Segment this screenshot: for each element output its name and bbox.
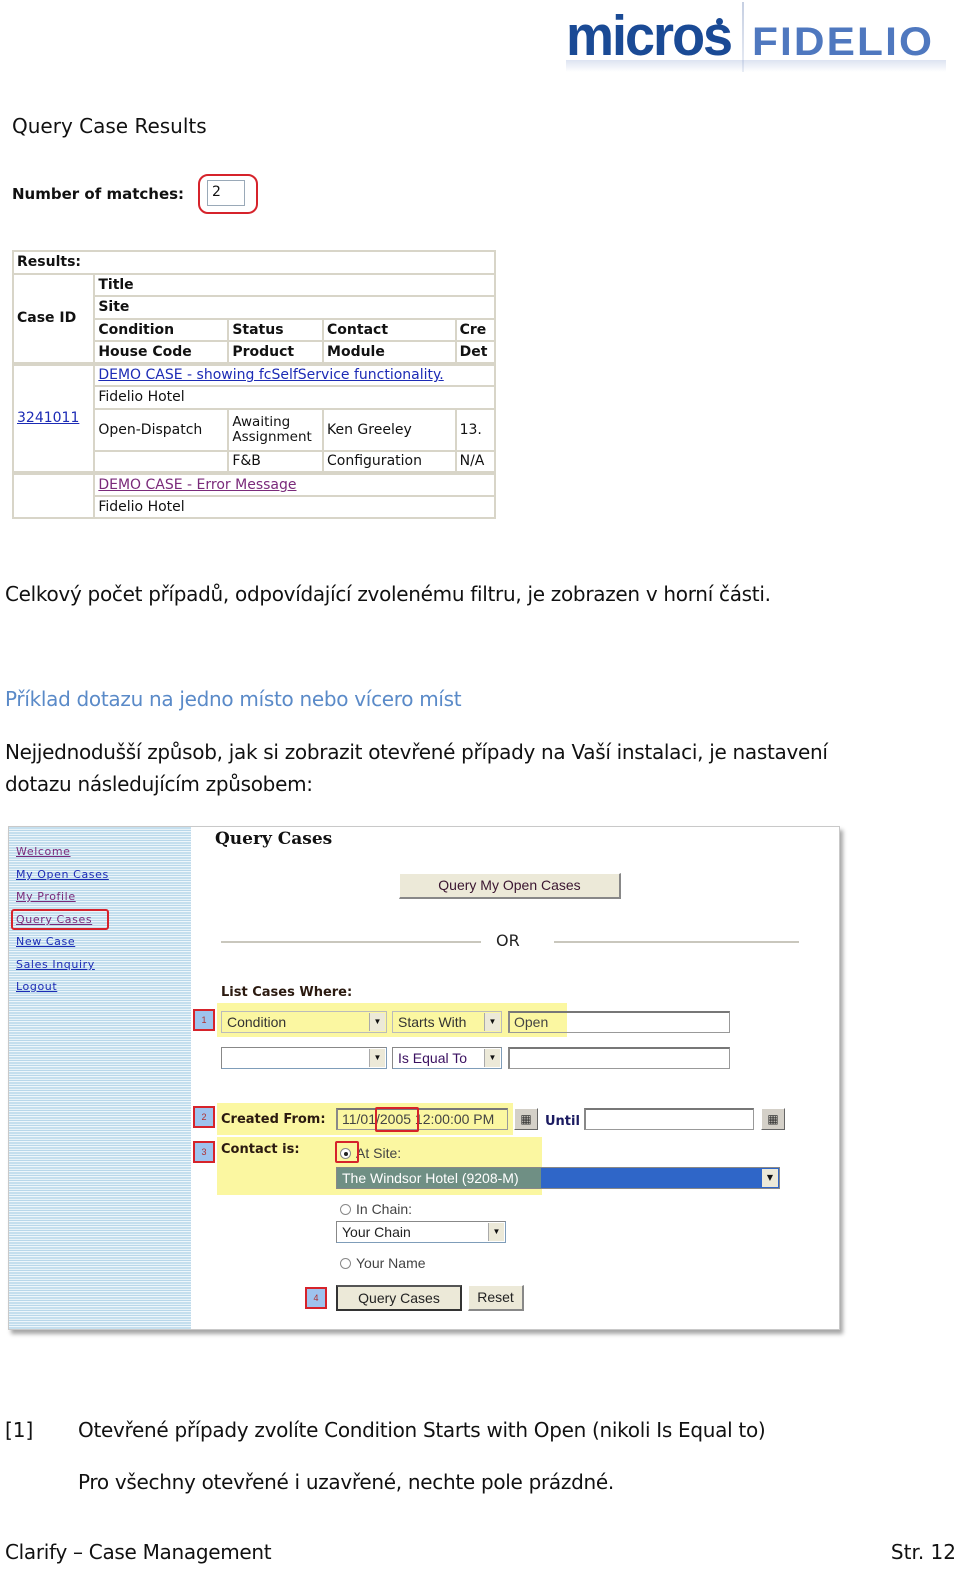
footer-document-title: Clarify – Case Management xyxy=(5,1540,272,1564)
chevron-down-icon: ▼ xyxy=(484,1013,500,1031)
paragraph-intro-line2: dotazu následujícím způsobem: xyxy=(5,772,313,796)
sidebar-item-sales-inquiry[interactable]: Sales Inquiry xyxy=(16,958,95,971)
col-header-detail: Det xyxy=(454,340,496,365)
created-from-field[interactable]: 11/01/2005 12:00:00 PM xyxy=(336,1108,508,1130)
radio-your-name[interactable]: Your Name xyxy=(340,1255,426,1271)
radio-in-chain[interactable]: In Chain: xyxy=(340,1201,412,1217)
radio-annotation xyxy=(335,1141,359,1163)
query-cases-annotation xyxy=(11,909,109,930)
case-title-link[interactable]: DEMO CASE - Error Message xyxy=(98,477,296,493)
step-marker-1: 1 xyxy=(193,1009,215,1031)
col-header-site: Site xyxy=(93,295,496,320)
chevron-down-icon: ▼ xyxy=(484,1049,500,1067)
radio-unselected-icon xyxy=(340,1204,351,1215)
case-contact: Ken Greeley xyxy=(322,407,457,452)
year-annotation xyxy=(375,1107,419,1132)
step-marker-4: 4 xyxy=(305,1287,327,1309)
case-condition: Open-Dispatch xyxy=(93,407,230,452)
criteria-1-operator-select[interactable]: Starts With ▼ xyxy=(392,1011,502,1033)
list-cases-label: List Cases Where: xyxy=(221,985,353,1000)
sidebar-item-my-profile[interactable]: My Profile xyxy=(16,890,76,903)
divider-left xyxy=(221,941,481,943)
criteria-2-value-field[interactable] xyxy=(508,1047,730,1069)
paragraph-total-count: Celkový počet případů, odpovídající zvol… xyxy=(5,582,771,606)
calendar-clock-icon[interactable]: ▦ xyxy=(514,1108,538,1130)
divider-right xyxy=(554,941,799,943)
case-id-empty xyxy=(12,471,96,519)
step-marker-3: 3 xyxy=(193,1141,215,1163)
micros-fidelio-logo: micros FIDELIO xyxy=(566,2,956,74)
radio-unselected-icon xyxy=(340,1258,351,1269)
registered-mark-icon xyxy=(716,18,723,25)
case-product: F&B xyxy=(227,449,325,474)
until-label: Until xyxy=(545,1114,580,1129)
section-heading: Příklad dotazu na jedno místo nebo vícer… xyxy=(5,687,462,711)
logo-brand: micros xyxy=(566,4,733,68)
or-separator: OR xyxy=(496,931,520,950)
footnote-text: Otevřené případy zvolíte Condition Start… xyxy=(78,1418,766,1442)
case-id-link[interactable]: 3241011 xyxy=(17,410,79,426)
col-header-created: Cre xyxy=(454,317,496,342)
chevron-down-icon: ▼ xyxy=(369,1049,385,1067)
case-site: Fidelio Hotel xyxy=(93,385,496,410)
table-row: 3241011 DEMO CASE - showing fcSelfServic… xyxy=(12,361,496,474)
case-site: Fidelio Hotel xyxy=(93,494,496,519)
criteria-2-field-select[interactable]: ▼ xyxy=(221,1047,387,1069)
footnote-subtext: Pro všechny otevřené i uzavřené, nechte … xyxy=(78,1470,614,1494)
table-row: DEMO CASE - Error Message xyxy=(12,471,496,519)
site-select[interactable]: The Windsor Hotel (9208-M) ▼ xyxy=(336,1167,780,1189)
case-house-code xyxy=(93,449,230,474)
case-title-link[interactable]: DEMO CASE - showing fcSelfService functi… xyxy=(98,367,443,383)
col-header-house-code: House Code xyxy=(93,340,230,365)
sidebar-item-my-open-cases[interactable]: My Open Cases xyxy=(16,868,109,881)
col-header-contact: Contact xyxy=(322,317,457,342)
sidebar-item-welcome[interactable]: Welcome xyxy=(16,845,71,858)
case-status: Awaiting Assignment xyxy=(227,407,325,452)
chevron-down-icon: ▼ xyxy=(488,1223,504,1241)
matches-label: Number of matches: xyxy=(12,185,185,203)
results-table: Results: Case ID Title Site Condition St… xyxy=(12,250,496,525)
col-header-condition: Condition xyxy=(93,317,230,342)
results-caption: Results: xyxy=(12,250,496,275)
until-field[interactable] xyxy=(584,1108,754,1130)
col-header-status: Status xyxy=(227,317,325,342)
step-marker-2: 2 xyxy=(193,1106,215,1128)
query-my-open-cases-button[interactable]: Query My Open Cases xyxy=(399,873,621,899)
case-module: Configuration xyxy=(322,449,457,474)
case-created: 13. xyxy=(454,407,496,452)
query-cases-title: Query Cases xyxy=(215,829,333,849)
created-from-label: Created From: xyxy=(221,1112,326,1127)
query-cases-screenshot: Welcome My Open Cases My Profile Query C… xyxy=(8,826,840,1330)
sidebar: Welcome My Open Cases My Profile Query C… xyxy=(9,827,191,1329)
matches-annotation xyxy=(198,174,258,214)
contact-is-label: Contact is: xyxy=(221,1142,300,1157)
query-results-title: Query Case Results xyxy=(12,114,207,138)
calendar-clock-icon[interactable]: ▦ xyxy=(761,1108,785,1130)
sidebar-item-logout[interactable]: Logout xyxy=(16,980,57,993)
criteria-1-value-field[interactable]: Open xyxy=(508,1011,730,1033)
col-header-case-id: Case ID xyxy=(12,272,96,365)
sidebar-item-new-case[interactable]: New Case xyxy=(16,935,75,948)
col-header-module: Module xyxy=(322,340,457,365)
criteria-2-operator-select[interactable]: Is Equal To ▼ xyxy=(392,1047,502,1069)
footer-page-number: Str. 12 xyxy=(890,1540,956,1564)
reset-button[interactable]: Reset xyxy=(468,1285,524,1311)
chevron-down-icon: ▼ xyxy=(369,1013,385,1031)
query-cases-button[interactable]: Query Cases xyxy=(336,1285,462,1311)
footnote-marker: [1] xyxy=(5,1418,34,1442)
chevron-down-icon: ▼ xyxy=(762,1169,778,1187)
paragraph-intro-line1: Nejjednodušší způsob, jak si zobrazit ot… xyxy=(5,740,828,764)
col-header-title: Title xyxy=(93,272,496,297)
col-header-product: Product xyxy=(227,340,325,365)
criteria-1-field-select[interactable]: Condition ▼ xyxy=(221,1011,387,1033)
case-detail: N/A xyxy=(454,449,496,474)
chain-select[interactable]: Your Chain ▼ xyxy=(336,1221,506,1243)
logo-product: FIDELIO xyxy=(752,20,935,64)
